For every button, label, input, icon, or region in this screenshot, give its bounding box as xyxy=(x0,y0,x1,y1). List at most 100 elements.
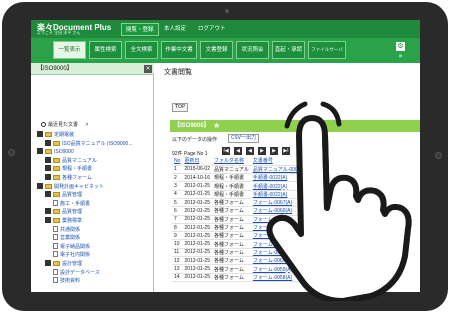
tree-item[interactable]: 営業関係 xyxy=(53,234,80,242)
welcome-text: ようこそ 主田 洋平 さん xyxy=(37,30,81,35)
nav-attribute-search-button[interactable]: 属性検索 xyxy=(89,41,122,59)
tree-item-label: 設計データベース xyxy=(60,269,100,276)
table-cell: 2012-01-25 xyxy=(182,181,212,191)
expand-arrow-icon[interactable]: » xyxy=(396,52,405,60)
tree-item-label: 各種フォーム xyxy=(62,175,92,181)
expand-toggle-icon[interactable] xyxy=(45,260,51,266)
folder-icon xyxy=(53,218,60,223)
table-cell: 各種フォーム xyxy=(211,256,251,266)
table-cell: 2012-01-25 xyxy=(182,206,212,216)
pager-button[interactable]: I◀ xyxy=(222,147,230,155)
expand-toggle-icon[interactable] xyxy=(37,148,43,155)
document-icon xyxy=(53,225,58,232)
document-icon xyxy=(53,242,58,249)
nav-approval-button[interactable]: 直起・承認 xyxy=(272,41,305,59)
table-cell: 11 xyxy=(172,248,183,258)
expand-toggle-icon[interactable] xyxy=(45,174,51,180)
table-cell: 品質マニュアル xyxy=(211,165,251,175)
table-cell: 2012-01-25 xyxy=(182,273,212,282)
document-icon xyxy=(53,251,58,258)
tree-item[interactable]: 設計管理 xyxy=(45,260,82,268)
tree-item-label: 営業関係 xyxy=(60,235,81,242)
folder-icon xyxy=(53,157,60,163)
tree-item-label: 電子社内関係 xyxy=(60,252,91,259)
pager-info: 92件 Page No 1 xyxy=(172,151,208,157)
camera-icon xyxy=(225,9,229,13)
tree-item-label: 定期電装 xyxy=(54,132,75,138)
pager-button[interactable]: ◀ xyxy=(246,147,254,155)
tab-personal-settings[interactable]: 本人設定 xyxy=(160,23,190,36)
close-panel-icon[interactable]: × xyxy=(144,65,152,73)
nav-fulltext-search-button[interactable]: 全文検索 xyxy=(125,41,158,59)
document-icon xyxy=(53,234,58,241)
tree-item-label: 技術資料 xyxy=(60,278,81,285)
tree-item[interactable]: 設計データベース xyxy=(53,268,100,277)
nav-working-docs-button[interactable]: 作業中文書 xyxy=(161,41,197,59)
tree-item[interactable]: 共通関係 xyxy=(53,225,80,234)
expand-toggle-icon[interactable] xyxy=(45,217,51,223)
csv-export-link[interactable]: CSV一出力 xyxy=(228,134,260,143)
table-cell: 各種フォーム xyxy=(211,264,251,274)
tree-item[interactable]: 定期電装 xyxy=(37,131,74,139)
column-header[interactable]: 更新日 xyxy=(182,157,212,166)
main-navigation: 一覧表示 属性検索 全文検索 作業中文書 文書登録 状況照会 直起・承認 ファイ… xyxy=(31,38,420,63)
document-icon xyxy=(53,199,58,206)
table-cell: 13 xyxy=(172,264,183,274)
tree-item[interactable]: ISO品質マニュアル (ISO9000... xyxy=(45,139,133,148)
folder-icon xyxy=(45,149,52,155)
folder-icon xyxy=(53,261,60,266)
nav-file-server-button[interactable]: ファイルサーバ xyxy=(308,41,346,59)
tree-item[interactable]: 開発計画キャビネット xyxy=(37,182,104,191)
nav-status-inquiry-button[interactable]: 状況照会 xyxy=(236,41,269,59)
tree-item[interactable]: 電子社内関係 xyxy=(53,251,90,259)
favorite-star-icon[interactable]: ★ xyxy=(213,120,220,132)
tree-item-label: 品質管理 xyxy=(62,192,83,199)
expand-toggle-icon[interactable] xyxy=(45,165,51,172)
expand-toggle-icon[interactable] xyxy=(45,208,51,215)
expand-toggle-icon[interactable] xyxy=(45,139,51,146)
nav-list-view-button[interactable]: 一覧表示 xyxy=(53,41,86,59)
tree-item-label: ISO9000 xyxy=(54,149,74,156)
table-cell: 3 xyxy=(172,181,183,191)
document-icon xyxy=(53,268,58,275)
expand-toggle-icon[interactable] xyxy=(45,191,51,198)
table-cell: 2012-01-25 xyxy=(182,239,212,249)
tree-item-label: ISO品質マニュアル (ISO9000... xyxy=(62,140,133,147)
folder-panel-title: 【ISO9000】 xyxy=(31,63,154,75)
tree-item[interactable]: 技術資料 xyxy=(53,277,80,285)
table-cell: 各種フォーム xyxy=(211,206,251,216)
top-button[interactable]: TOP xyxy=(172,103,188,112)
tree-item[interactable]: 業務標準 xyxy=(45,217,82,225)
tab-logout[interactable]: ログアウト xyxy=(194,23,230,36)
column-header[interactable]: No xyxy=(172,157,183,166)
folder-icon xyxy=(53,209,60,215)
nav-register-doc-button[interactable]: 文書登録 xyxy=(200,41,233,59)
tree-item[interactable]: 品質管理 xyxy=(45,208,82,216)
recent-docs-link[interactable]: 最近見た文書 > xyxy=(41,121,88,129)
home-button[interactable] xyxy=(435,152,442,159)
folder-icon xyxy=(53,140,60,146)
tree-item[interactable]: 品質管理 xyxy=(45,191,82,199)
table-cell: 9 xyxy=(172,231,183,241)
expand-toggle-icon[interactable] xyxy=(37,182,43,189)
table-cell: 10 xyxy=(172,239,183,249)
expand-toggle-icon[interactable] xyxy=(45,156,51,163)
settings-gear-icon[interactable]: ⚙ xyxy=(396,42,405,51)
tree-item[interactable]: 電子納品関係 xyxy=(53,242,90,251)
table-cell: 2 xyxy=(172,173,183,183)
folder-icon xyxy=(45,132,52,137)
table-cell: 各種フォーム xyxy=(211,248,251,258)
expand-toggle-icon[interactable] xyxy=(37,131,43,137)
tree-item[interactable]: 各種フォーム xyxy=(45,174,92,182)
table-cell: 2012-01-25 xyxy=(182,198,212,208)
pager-button[interactable]: ◀ xyxy=(234,147,242,155)
folder-icon xyxy=(45,183,52,189)
tree-item-label: 品質マニュアル xyxy=(62,157,97,164)
column-header[interactable]: フォルダ名称 xyxy=(211,157,251,166)
folder-tree-panel: 【ISO9000】 × 最近見た文書 > 定期電装 ISO品質マニュアル (ISO… xyxy=(31,63,154,292)
tree-item[interactable]: 品質マニュアル xyxy=(45,156,97,165)
tree-item[interactable]: 規程・手順書 xyxy=(45,165,92,173)
tree-item[interactable]: 施工・手順書 xyxy=(53,199,90,208)
tree-item[interactable]: ISO9000 xyxy=(37,148,74,156)
tab-browse-register[interactable]: 閲覧・登録 xyxy=(121,23,159,36)
